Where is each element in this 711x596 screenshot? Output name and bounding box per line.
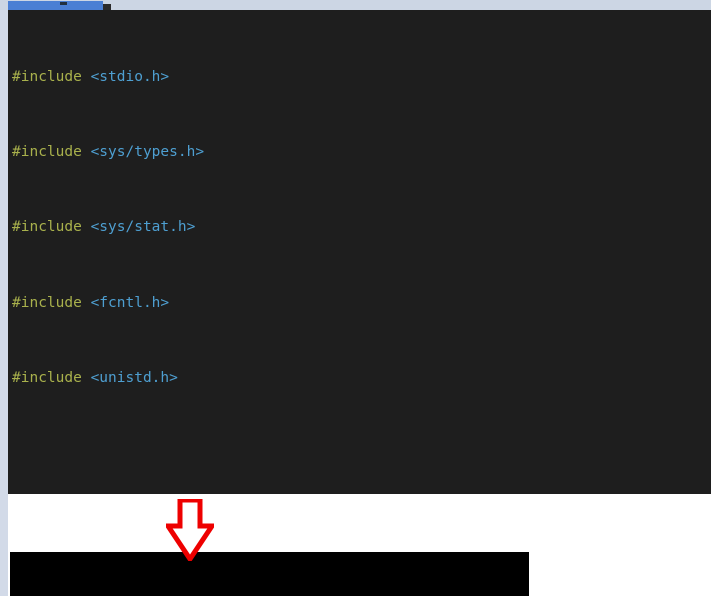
preprocessor-directive: #include: [12, 219, 82, 236]
include-header: <sys/types.h>: [90, 143, 205, 160]
preprocessor-directive: #include: [12, 143, 82, 160]
window-left-margin-strip: [0, 0, 8, 596]
terminal-output[interactable]: [hwc@VM-8-3-centos Test18]$ ./myfile [hw…: [10, 552, 529, 596]
include-header: <stdio.h>: [90, 68, 170, 85]
code-line-blank[interactable]: [8, 444, 711, 463]
code-line[interactable]: #include <sys/types.h>: [8, 143, 711, 162]
code-content[interactable]: #include <stdio.h> #include <sys/types.h…: [8, 10, 711, 494]
code-editor[interactable]: #include <stdio.h> #include <sys/types.h…: [8, 10, 711, 494]
top-bar-caret-icon: [60, 2, 67, 5]
top-bar-selection-tail: [103, 4, 111, 10]
code-line[interactable]: #include <sys/stat.h>: [8, 218, 711, 237]
preprocessor-directive: #include: [12, 68, 82, 85]
include-header: <sys/stat.h>: [90, 219, 196, 236]
terminal-window[interactable]: [hwc@VM-8-3-centos Test18]$ ./myfile [hw…: [10, 552, 529, 596]
include-header: <unistd.h>: [90, 370, 178, 387]
preprocessor-directive: #include: [12, 294, 82, 311]
window-top-bar[interactable]: [0, 0, 711, 10]
top-bar-selection-highlight[interactable]: [8, 1, 103, 10]
preprocessor-directive: #include: [12, 370, 82, 387]
code-line[interactable]: #include <fcntl.h>: [8, 294, 711, 313]
include-header: <fcntl.h>: [90, 294, 170, 311]
code-line[interactable]: #include <stdio.h>: [8, 68, 711, 87]
code-line[interactable]: #include <unistd.h>: [8, 369, 711, 388]
down-arrow-icon: [166, 499, 214, 561]
